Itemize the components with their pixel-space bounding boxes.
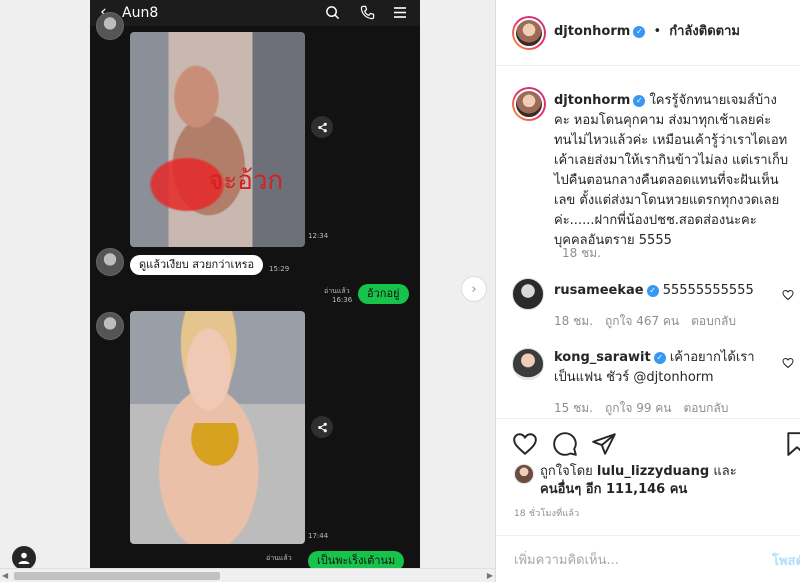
chevron-right-icon[interactable]: › <box>461 276 487 302</box>
comment-icon[interactable] <box>552 431 578 457</box>
caption: djtonhorm ✓ ใครรู้จักทนายเจมส์บ้างคะ หอมโ… <box>554 91 790 251</box>
comment-body: 55555555555 <box>662 283 754 298</box>
outgoing-message: เป็นพะเร็งเต้านม <box>308 551 405 568</box>
chat-body: จะอ้วก 12:34 ดูแล้วเงียบ สวยกว่าเหรอ 15:… <box>90 12 420 568</box>
chat-avatar <box>96 248 124 276</box>
profile-icon[interactable] <box>12 546 36 570</box>
post-media-area: ‹ Aun8 จะอ้วก 12:34 ดูแล้วเงียบ สวยกว่าเ… <box>0 0 495 570</box>
liked-by: ถูกใจโดย lulu_lizzyduang และ คนอื่นๆ อีก… <box>514 463 737 499</box>
liked-by-and: และ <box>713 464 737 479</box>
menu-icon <box>390 2 410 22</box>
comment-likes[interactable]: ถูกใจ 99 คน <box>605 401 672 415</box>
comment-time: 18 ชม. <box>554 314 593 328</box>
caption-text: ใครรู้จักทนายเจมส์บ้างคะ หอมโดนคุกคาม ส่… <box>554 93 789 248</box>
comment-meta: 18 ชม. ถูกใจ 467 คน ตอบกลับ <box>554 312 748 331</box>
heart-icon[interactable] <box>782 357 794 369</box>
post-sidebar: djtonhorm ✓ • กำลังติดตาม djtonhorm ✓ ใครร… <box>495 0 800 582</box>
comment-avatar[interactable] <box>512 278 544 310</box>
liked-by-others[interactable]: คนอื่นๆ อีก 111,146 คน <box>540 482 687 497</box>
heart-icon[interactable] <box>782 289 794 301</box>
message-time: 16:36 <box>332 296 353 304</box>
post-header: djtonhorm ✓ • กำลังติดตาม <box>496 0 800 66</box>
separator-dot: • <box>653 24 662 39</box>
add-comment-bar: โพสต์ <box>496 535 800 582</box>
message-time: 12:34 <box>308 232 329 240</box>
phone-icon <box>357 2 377 22</box>
verified-icon: ✓ <box>633 94 646 107</box>
send-icon[interactable] <box>591 431 617 457</box>
scroll-right-icon[interactable]: ▶ <box>487 571 493 580</box>
comment-meta: 15 ชม. ถูกใจ 99 คน ตอบกลับ <box>554 399 740 418</box>
bookmark-icon[interactable] <box>784 431 800 457</box>
chat-avatar <box>96 12 124 40</box>
header-user: djtonhorm ✓ • กำลังติดตาม <box>554 23 740 41</box>
message-time: 17:44 <box>308 532 329 540</box>
chat-photo <box>130 32 305 247</box>
caption-avatar[interactable] <box>512 87 546 121</box>
comment: kong_sarawit ✓ เค้าอยากได้เราเป็นแฟน ชัวร… <box>554 348 774 388</box>
reply-button[interactable]: ตอบกลับ <box>684 401 729 415</box>
post-comment-button[interactable]: โพสต์ <box>772 550 800 571</box>
follow-status[interactable]: กำลังติดตาม <box>669 24 740 39</box>
comment-username[interactable]: kong_sarawit <box>554 350 651 365</box>
gold-necklace <box>185 423 245 473</box>
share-icon <box>311 416 333 438</box>
owner-avatar[interactable] <box>512 16 546 50</box>
liked-by-user[interactable]: lulu_lizzyduang <box>597 464 709 479</box>
caption-username[interactable]: djtonhorm <box>554 93 630 108</box>
chat-title: Aun8 <box>122 5 159 21</box>
chat-header: ‹ Aun8 <box>90 0 420 26</box>
scrollbar-thumb[interactable] <box>14 572 220 580</box>
comment-likes[interactable]: ถูกใจ 467 คน <box>605 314 679 328</box>
outgoing-message: อ้วกอยู่ <box>358 284 409 304</box>
comment-input[interactable] <box>514 550 754 570</box>
search-icon <box>322 2 342 22</box>
heart-icon[interactable] <box>512 431 538 457</box>
read-label: อ่านแล้ว <box>266 554 292 562</box>
post-timestamp[interactable]: 18 ชั่วโมงที่แล้ว <box>514 506 579 520</box>
verified-icon: ✓ <box>633 25 646 38</box>
chat-screenshot: ‹ Aun8 จะอ้วก 12:34 ดูแล้วเงียบ สวยกว่าเ… <box>90 0 420 568</box>
horizontal-scrollbar[interactable]: ◀ ▶ <box>0 568 495 582</box>
read-label: อ่านแล้ว <box>324 287 350 295</box>
scroll-left-icon[interactable]: ◀ <box>2 571 8 580</box>
comment-time: 15 ชม. <box>554 401 593 415</box>
message-time: 15:29 <box>269 265 290 273</box>
caption-time: 18 ชม. <box>562 246 601 260</box>
chat-photo <box>130 311 305 544</box>
chat-avatar <box>96 312 124 340</box>
incoming-message: ดูแล้วเงียบ สวยกว่าเหรอ <box>130 255 264 275</box>
comment-username[interactable]: rusameekae <box>554 283 644 298</box>
verified-icon: ✓ <box>646 284 659 297</box>
owner-username[interactable]: djtonhorm <box>554 24 630 39</box>
comment: rusameekae ✓ 55555555555 <box>554 281 754 301</box>
comment-avatar[interactable] <box>512 348 544 380</box>
action-bar <box>496 418 800 466</box>
handwritten-text: จะอ้วก <box>208 166 284 196</box>
verified-icon: ✓ <box>653 351 666 364</box>
liked-by-prefix: ถูกใจโดย <box>540 464 593 479</box>
reply-button[interactable]: ตอบกลับ <box>691 314 736 328</box>
share-icon <box>311 116 333 138</box>
